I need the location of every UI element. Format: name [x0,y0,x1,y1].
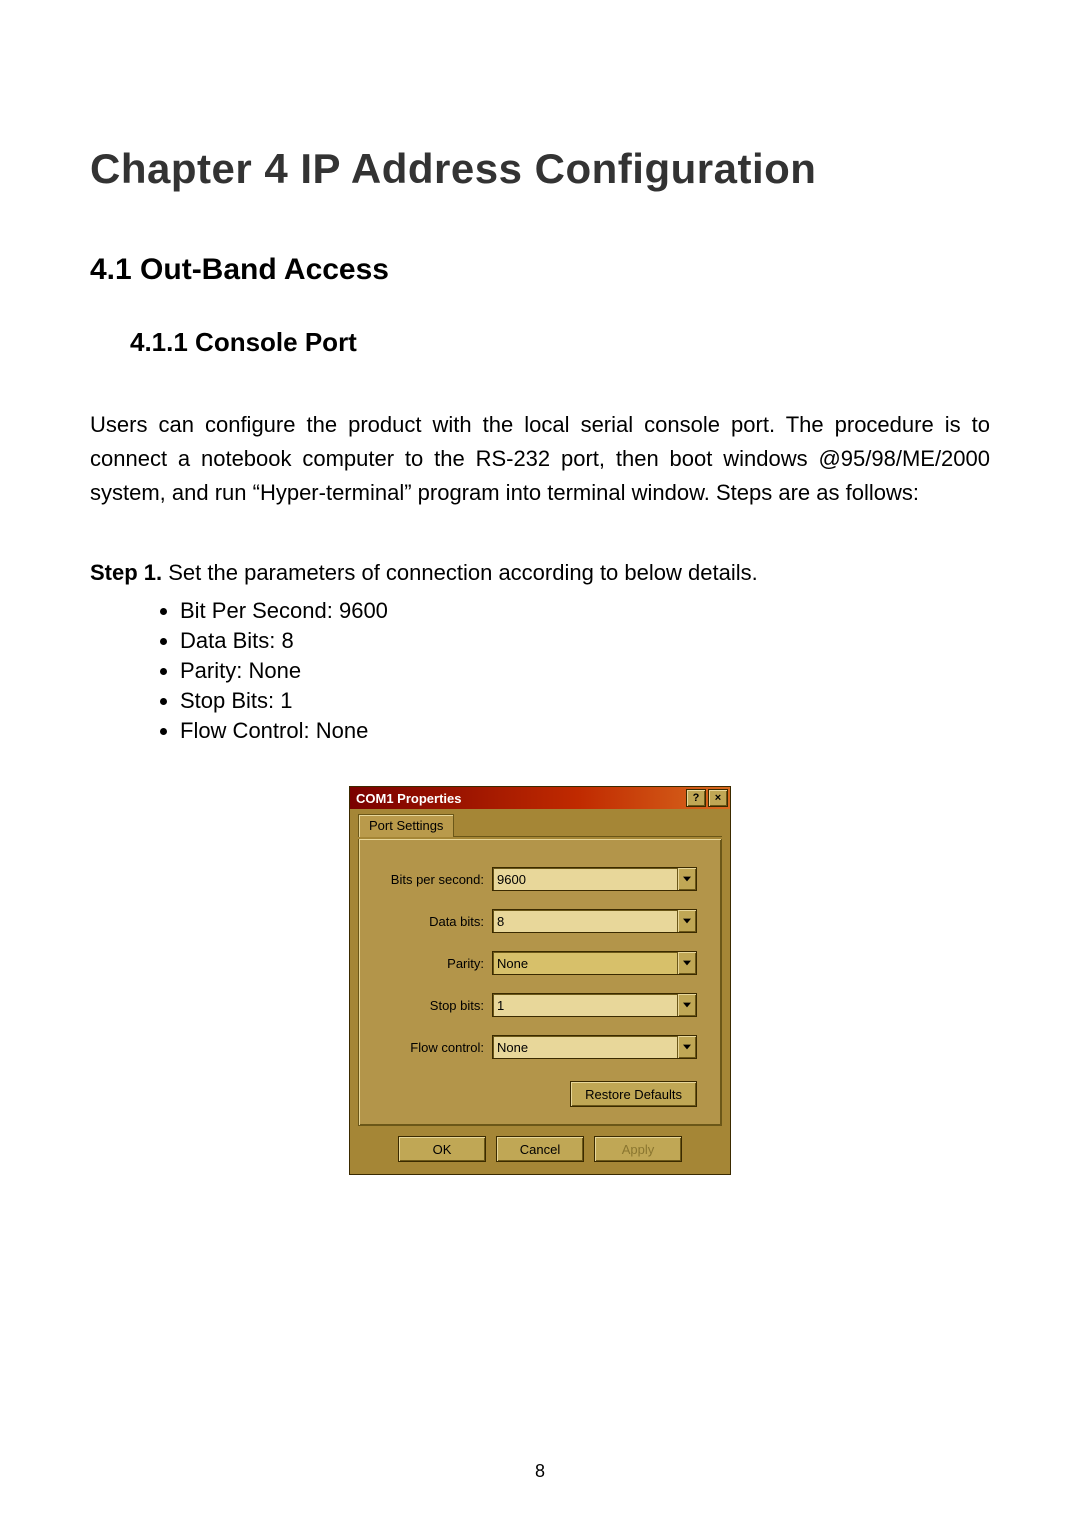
tab-row: Port Settings [358,813,722,837]
chevron-down-icon [683,876,691,882]
parameter-list: Bit Per Second: 9600 Data Bits: 8 Parity… [150,596,990,746]
page-number: 8 [0,1461,1080,1482]
dropdown-button[interactable] [677,910,696,932]
apply-button[interactable]: Apply [594,1136,682,1162]
input-stop-bits[interactable] [493,994,677,1016]
dropdown-button[interactable] [677,868,696,890]
tab-port-settings[interactable]: Port Settings [358,814,454,837]
chevron-down-icon [683,918,691,924]
close-icon: × [715,792,721,804]
label-flow-control: Flow control: [354,1040,484,1055]
help-button[interactable]: ? [686,789,706,807]
field-data-bits: Data bits: [383,909,697,933]
step-1-label: Step 1. [90,560,162,585]
tab-panel: Bits per second: Data bits: [358,839,722,1126]
chevron-down-icon [683,960,691,966]
ok-button[interactable]: OK [398,1136,486,1162]
list-item: Bit Per Second: 9600 [180,596,990,626]
field-bits-per-second: Bits per second: [383,867,697,891]
step-1-line: Step 1. Set the parameters of connection… [90,560,990,586]
dialog-button-row: OK Cancel Apply [358,1126,722,1166]
titlebar-buttons: ? × [686,789,728,807]
subsection-title: 4.1.1 Console Port [130,327,990,358]
combo-data-bits[interactable] [492,909,697,933]
help-icon: ? [693,792,700,804]
chapter-title: Chapter 4 IP Address Configuration [90,145,990,193]
list-item: Stop Bits: 1 [180,686,990,716]
intro-paragraph: Users can configure the product with the… [90,408,990,510]
chevron-down-icon [683,1044,691,1050]
restore-defaults-button[interactable]: Restore Defaults [570,1081,697,1107]
field-parity: Parity: [383,951,697,975]
label-data-bits: Data bits: [354,914,484,929]
close-button[interactable]: × [708,789,728,807]
dropdown-button[interactable] [677,1036,696,1058]
label-stop-bits: Stop bits: [354,998,484,1013]
label-parity: Parity: [354,956,484,971]
field-stop-bits: Stop bits: [383,993,697,1017]
dropdown-button[interactable] [677,952,696,974]
combo-stop-bits[interactable] [492,993,697,1017]
document-page: Chapter 4 IP Address Configuration 4.1 O… [0,0,1080,1527]
list-item: Flow Control: None [180,716,990,746]
cancel-button[interactable]: Cancel [496,1136,584,1162]
input-data-bits[interactable] [493,910,677,932]
dialog-title: COM1 Properties [356,791,461,806]
combo-bits-per-second[interactable] [492,867,697,891]
list-item: Parity: None [180,656,990,686]
label-bits-per-second: Bits per second: [354,872,484,887]
chevron-down-icon [683,1002,691,1008]
input-bits-per-second[interactable] [493,868,677,890]
step-1-text: Set the parameters of connection accordi… [162,560,758,585]
field-flow-control: Flow control: [383,1035,697,1059]
restore-row: Restore Defaults [383,1077,697,1107]
com1-properties-dialog: COM1 Properties ? × Port Settings Bits p… [349,786,731,1175]
section-title: 4.1 Out-Band Access [90,253,990,287]
dropdown-button[interactable] [677,994,696,1016]
dialog-titlebar[interactable]: COM1 Properties ? × [350,787,730,809]
dialog-body: Port Settings Bits per second: Data bits… [350,809,730,1174]
input-flow-control[interactable] [493,1036,677,1058]
combo-flow-control[interactable] [492,1035,697,1059]
list-item: Data Bits: 8 [180,626,990,656]
input-parity[interactable] [493,952,677,974]
combo-parity[interactable] [492,951,697,975]
